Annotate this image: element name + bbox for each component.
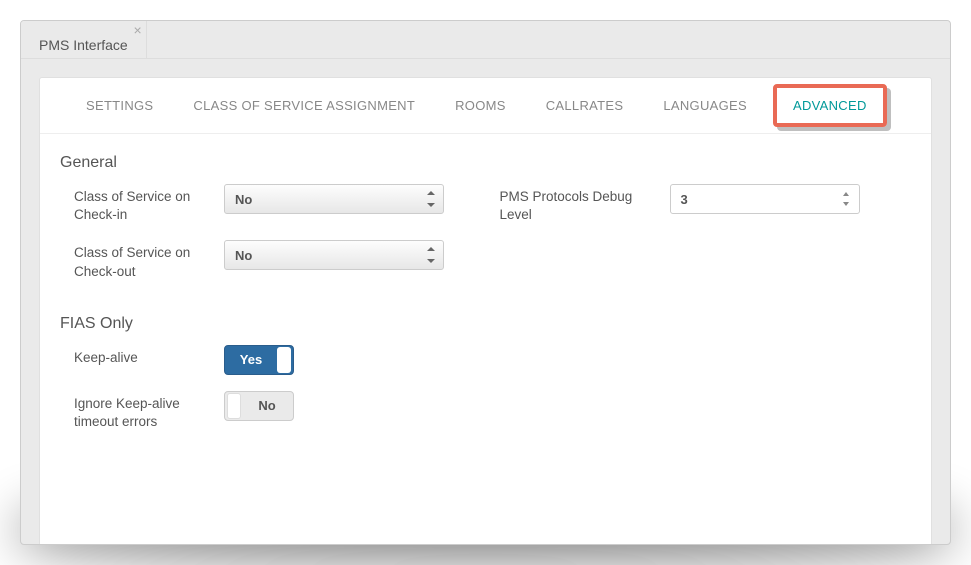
content-panel: SETTINGS CLASS OF SERVICE ASSIGNMENT ROO… [39,77,932,545]
toggle-knob [227,393,241,419]
close-icon[interactable]: × [134,23,142,37]
nav-tabs: SETTINGS CLASS OF SERVICE ASSIGNMENT ROO… [40,78,931,134]
tab-title: PMS Interface [39,37,128,53]
section-fias-title: FIAS Only [60,315,911,333]
chevron-updown-icon [427,192,435,206]
tab-cos-assignment[interactable]: CLASS OF SERVICE ASSIGNMENT [179,88,429,123]
window-tab-bar: PMS Interface × [21,21,950,59]
toggle-ignore-keepalive-value: No [241,398,293,413]
tab-settings[interactable]: SETTINGS [72,88,167,123]
select-cos-checkout[interactable]: No [224,240,444,270]
tab-rooms[interactable]: ROOMS [441,88,520,123]
toggle-ignore-keepalive[interactable]: No [224,391,294,421]
toggle-keepalive[interactable]: Yes [224,345,294,375]
form-body: General Class of Service on Check-in No … [40,134,931,461]
input-debug-level-value: 3 [681,192,688,207]
select-cos-checkout-value: No [235,248,252,263]
label-ignore-keepalive: Ignore Keep-alive timeout errors [74,391,224,431]
chevron-updown-icon [427,248,435,262]
tab-languages[interactable]: LANGUAGES [649,88,761,123]
label-cos-checkin: Class of Service on Check-in [74,184,224,224]
toggle-keepalive-value: Yes [225,352,277,367]
label-debug-level: PMS Protocols Debug Level [500,184,670,224]
spinner-updown-icon [843,192,851,206]
tab-pms-interface[interactable]: PMS Interface × [21,21,147,58]
label-cos-checkout: Class of Service on Check-out [74,240,224,280]
label-keepalive: Keep-alive [74,345,224,367]
input-debug-level[interactable]: 3 [670,184,860,214]
select-cos-checkin-value: No [235,192,252,207]
highlight-advanced: ADVANCED [773,84,887,127]
select-cos-checkin[interactable]: No [224,184,444,214]
tab-callrates[interactable]: CALLRATES [532,88,638,123]
toggle-knob [277,347,291,373]
section-general-title: General [60,154,911,172]
tab-advanced[interactable]: ADVANCED [789,92,871,119]
window: PMS Interface × SETTINGS CLASS OF SERVIC… [20,20,951,545]
